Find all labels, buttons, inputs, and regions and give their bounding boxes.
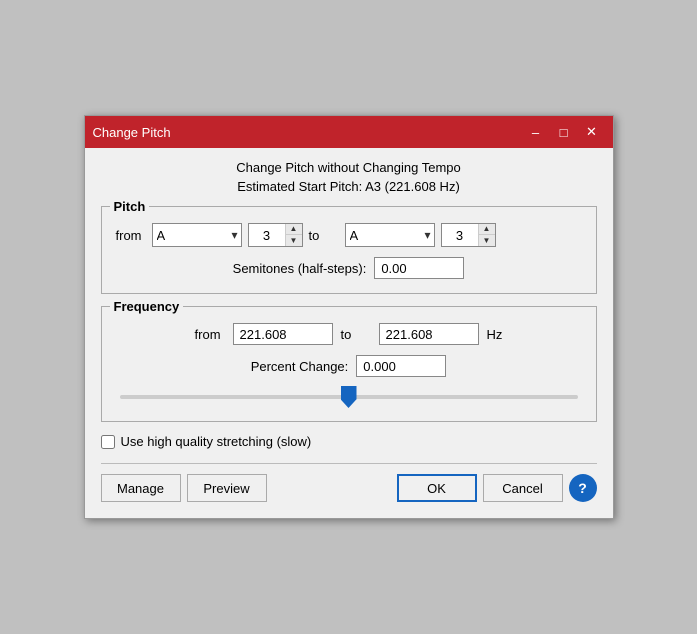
ok-button[interactable]: OK — [397, 474, 477, 502]
percent-label: Percent Change: — [251, 359, 349, 374]
window-title: Change Pitch — [93, 125, 171, 140]
btn-group-right: OK Cancel ? — [397, 474, 597, 502]
pitch-group-label: Pitch — [110, 199, 150, 214]
subtitle: Estimated Start Pitch: A3 (221.608 Hz) — [101, 179, 597, 194]
percent-row: Percent Change: — [116, 355, 582, 377]
from-octave-up[interactable]: ▲ — [286, 224, 302, 235]
percent-input[interactable] — [356, 355, 446, 377]
to-octave-down[interactable]: ▼ — [479, 235, 495, 246]
slider-container — [116, 387, 582, 407]
freq-to-input[interactable] — [379, 323, 479, 345]
semitones-row: Semitones (half-steps): — [116, 257, 582, 279]
preview-button[interactable]: Preview — [187, 474, 267, 502]
to-octave-input[interactable] — [442, 224, 478, 246]
from-note-select[interactable]: A A#/Bb B C C#/Db D D#/Eb E F F#/Gb G G#… — [152, 223, 242, 247]
button-row: Manage Preview OK Cancel ? — [101, 474, 597, 506]
dialog-content: Change Pitch without Changing Tempo Esti… — [85, 148, 613, 518]
btn-group-left: Manage Preview — [101, 474, 267, 502]
slider-track — [120, 387, 578, 407]
pitch-to-label: to — [309, 228, 339, 243]
manage-button[interactable]: Manage — [101, 474, 181, 502]
title-bar: Change Pitch – □ ✕ — [85, 116, 613, 148]
pitch-group: Pitch from A A#/Bb B C C#/Db D D#/Eb E F… — [101, 206, 597, 294]
to-octave-spinner: ▲ ▼ — [441, 223, 496, 247]
frequency-group: Frequency from to Hz Percent Change: — [101, 306, 597, 422]
main-header: Change Pitch without Changing Tempo — [101, 160, 597, 175]
maximize-button[interactable]: □ — [551, 122, 577, 142]
freq-to-label: to — [341, 327, 371, 342]
help-button[interactable]: ? — [569, 474, 597, 502]
from-octave-spinner: ▲ ▼ — [248, 223, 303, 247]
to-note-select[interactable]: A A#/Bb B C C#/Db D D#/Eb E F F#/Gb G G#… — [345, 223, 435, 247]
change-pitch-dialog: Change Pitch – □ ✕ Change Pitch without … — [84, 115, 614, 519]
pitch-row: from A A#/Bb B C C#/Db D D#/Eb E F F#/Gb… — [116, 223, 582, 247]
semitones-input[interactable] — [374, 257, 464, 279]
cancel-button[interactable]: Cancel — [483, 474, 563, 502]
quality-label: Use high quality stretching (slow) — [121, 434, 312, 449]
divider — [101, 463, 597, 464]
quality-checkbox-row: Use high quality stretching (slow) — [101, 434, 597, 449]
from-octave-input[interactable] — [249, 224, 285, 246]
to-note-select-wrapper: A A#/Bb B C C#/Db D D#/Eb E F F#/Gb G G#… — [345, 223, 435, 247]
frequency-row: from to Hz — [116, 323, 582, 345]
slider-thumb[interactable] — [341, 386, 357, 408]
frequency-group-label: Frequency — [110, 299, 184, 314]
from-note-select-wrapper: A A#/Bb B C C#/Db D D#/Eb E F F#/Gb G G#… — [152, 223, 242, 247]
pitch-from-label: from — [116, 228, 146, 243]
to-octave-up[interactable]: ▲ — [479, 224, 495, 235]
quality-checkbox[interactable] — [101, 435, 115, 449]
from-octave-down[interactable]: ▼ — [286, 235, 302, 246]
freq-from-label: from — [195, 327, 225, 342]
hz-label: Hz — [487, 327, 503, 342]
freq-from-input[interactable] — [233, 323, 333, 345]
to-octave-btns: ▲ ▼ — [478, 224, 495, 246]
from-octave-btns: ▲ ▼ — [285, 224, 302, 246]
window-controls: – □ ✕ — [523, 122, 605, 142]
minimize-button[interactable]: – — [523, 122, 549, 142]
close-button[interactable]: ✕ — [579, 122, 605, 142]
semitones-label: Semitones (half-steps): — [233, 261, 367, 276]
